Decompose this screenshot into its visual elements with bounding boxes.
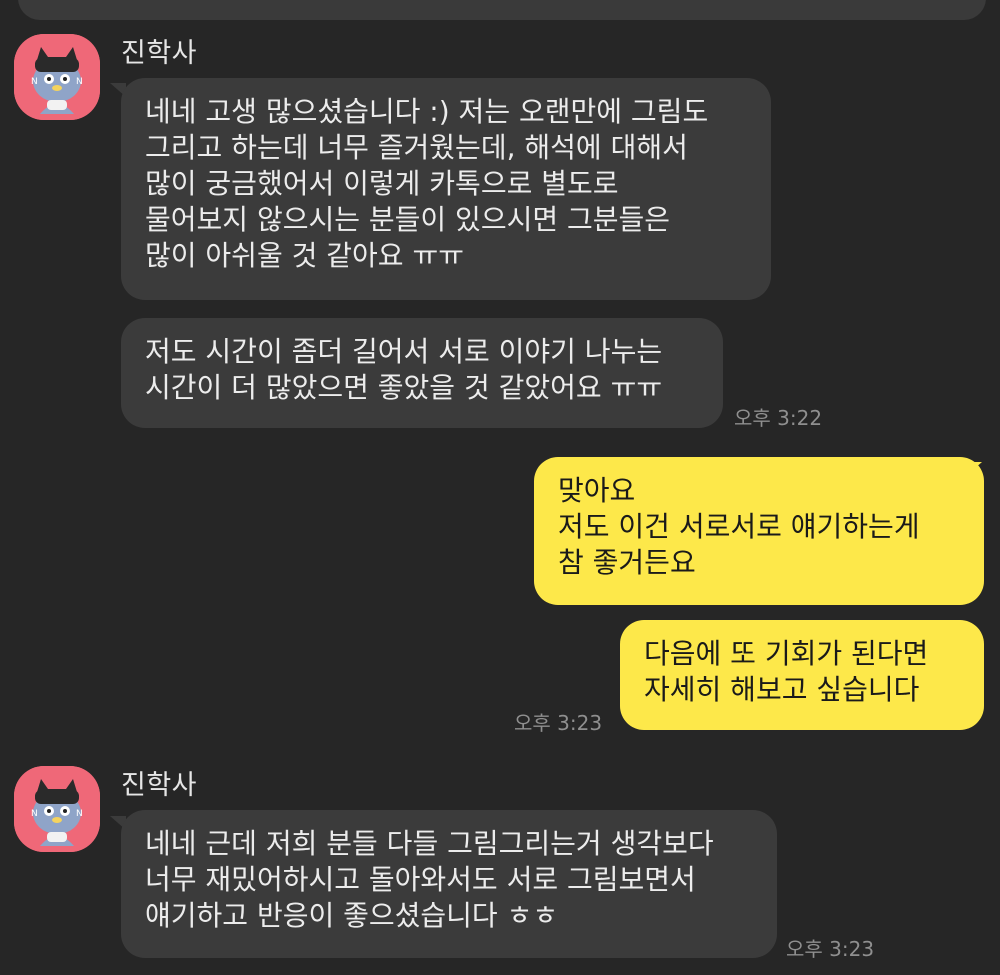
message-line: 저도 이건 서로서로 얘기하는게 [558, 510, 920, 543]
incoming-message-bubble[interactable]: 저도 시간이 좀더 길어서 서로 이야기 나누는 시간이 더 많았으면 좋았을 … [121, 318, 723, 428]
message-line: 시간이 더 많았으면 좋았을 것 같았어요 ㅠㅠ [145, 371, 663, 404]
svg-text:N: N [31, 77, 38, 87]
message-line: 많이 아쉬울 것 같아요 ㅠㅠ [145, 239, 464, 272]
message-line: 자세히 해보고 싶습니다 [644, 673, 920, 706]
incoming-message-bubble[interactable]: 네네 고생 많으셨습니다 :) 저는 오랜만에 그림도 그리고 하는데 너무 즐… [121, 78, 771, 300]
svg-text:N: N [76, 809, 83, 819]
svg-text:N: N [31, 809, 38, 819]
previous-message-bubble[interactable] [18, 0, 986, 20]
message-timestamp: 오후 3:22 [734, 406, 823, 430]
message-line: 저도 시간이 좀더 길어서 서로 이야기 나누는 [145, 335, 663, 368]
message-line: 너무 재밌어하시고 돌아와서도 서로 그림보면서 [145, 863, 696, 896]
message-timestamp: 오후 3:23 [514, 711, 603, 735]
message-timestamp: 오후 3:23 [786, 937, 875, 961]
message-line: 물어보지 않으시는 분들이 있으시면 그분들은 [145, 203, 671, 236]
message-line: 얘기하고 반응이 좋으셨습니다 ㅎㅎ [145, 899, 559, 932]
message-line: 맞아요 [558, 474, 636, 507]
message-line: 많이 궁금했어서 이렇게 카톡으로 별도로 [145, 167, 619, 200]
sender-name: 진학사 [121, 38, 198, 69]
kakao-cat-avatar-icon: N N [14, 766, 100, 852]
incoming-message-bubble[interactable]: 네네 근데 저희 분들 다들 그림그리는거 생각보다 너무 재밌어하시고 돌아와… [121, 810, 777, 958]
message-line: 네네 고생 많으셨습니다 :) 저는 오랜만에 그림도 [145, 95, 709, 128]
outgoing-message-bubble[interactable]: 맞아요 저도 이건 서로서로 얘기하는게 참 좋거든요 [534, 457, 984, 605]
sender-avatar[interactable]: N N [14, 34, 100, 120]
message-line: 네네 근데 저희 분들 다들 그림그리는거 생각보다 [145, 827, 714, 860]
message-line: 다음에 또 기회가 된다면 [644, 637, 929, 670]
message-line: 참 좋거든요 [558, 546, 696, 579]
sender-avatar[interactable]: N N [14, 766, 100, 852]
svg-text:N: N [76, 77, 83, 87]
message-line: 그리고 하는데 너무 즐거웠는데, 해석에 대해서 [145, 131, 688, 164]
kakao-cat-avatar-icon: N N [14, 34, 100, 120]
outgoing-message-bubble[interactable]: 다음에 또 기회가 된다면 자세히 해보고 싶습니다 [620, 620, 984, 730]
sender-name: 진학사 [121, 770, 198, 801]
